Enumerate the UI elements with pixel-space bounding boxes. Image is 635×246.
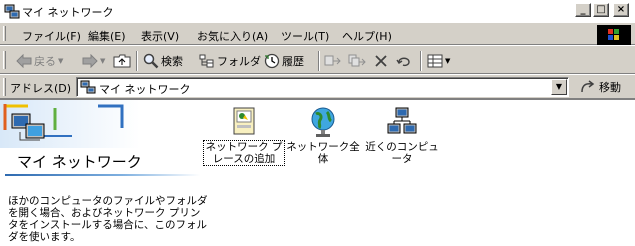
back-button[interactable]: 戻る ▼: [16, 52, 63, 70]
address-label: アドレス(D): [10, 82, 72, 95]
menu-edit[interactable]: 編集(E): [88, 28, 126, 44]
search-button-label: 検索: [161, 55, 183, 68]
toolbar-grip[interactable]: [3, 51, 6, 69]
forward-arrow-icon: [82, 54, 98, 68]
history-button[interactable]: 履歴: [264, 52, 304, 70]
window-title: マイ ネットワーク: [22, 6, 114, 19]
windows-logo-icon: [597, 25, 631, 45]
forward-button[interactable]: ▼: [82, 52, 105, 70]
menu-help[interactable]: ヘルプ(H): [342, 28, 392, 44]
toolbar-separator: [136, 51, 138, 71]
address-bar: アドレス(D) マイ ネットワーク ▼ 移動: [0, 74, 635, 99]
computers-near-me-label: 近くのコンピュータ: [365, 141, 439, 165]
go-button-label: 移動: [599, 81, 621, 94]
menu-view[interactable]: 表示(V): [141, 28, 179, 44]
delete-x-icon: [375, 55, 387, 67]
panel-title: マイ ネットワーク: [17, 153, 142, 171]
menu-grip[interactable]: [3, 26, 6, 41]
entire-network-item[interactable]: ネットワーク全体: [283, 106, 363, 165]
maximize-button[interactable]: □: [593, 3, 609, 17]
computers-near-me-icon: [387, 107, 417, 134]
network-folder-icon: [80, 80, 96, 94]
back-dropdown-icon: ▼: [58, 57, 64, 65]
entire-network-label: ネットワーク全体: [286, 141, 360, 165]
forward-dropdown-icon: ▼: [100, 57, 106, 65]
globe-icon: [311, 107, 335, 137]
address-value[interactable]: マイ ネットワーク: [99, 81, 191, 97]
standard-toolbar: 戻る ▼ ▼ 検索 フォルダ 履歴 ▼: [0, 45, 635, 74]
move-to-button[interactable]: [324, 52, 342, 70]
back-button-label: 戻る: [34, 55, 56, 68]
add-network-place-item[interactable]: ネットワーク プレースの追加: [203, 106, 285, 166]
undo-icon: [396, 57, 410, 67]
history-button-label: 履歴: [282, 55, 304, 68]
views-dropdown-icon: ▼: [445, 57, 451, 65]
menu-tools[interactable]: ツール(T): [281, 28, 329, 44]
folders-button-label: フォルダ: [217, 55, 261, 68]
folders-icon: [199, 54, 214, 68]
undo-button[interactable]: [396, 52, 412, 70]
menu-favorites[interactable]: お気に入り(A): [197, 28, 268, 44]
copy-to-icon: [348, 54, 366, 67]
address-dropdown-button[interactable]: ▼: [551, 79, 567, 95]
network-banner-icon: [0, 100, 140, 148]
computers-near-me-item[interactable]: 近くのコンピュータ: [362, 106, 442, 165]
panel-divider: [5, 174, 200, 176]
minimize-button[interactable]: _: [575, 3, 591, 17]
back-arrow-icon: [16, 54, 32, 68]
go-arrow-icon: [581, 80, 595, 93]
toolbar-separator: [318, 51, 320, 71]
title-bar: マイ ネットワーク _ □ ×: [0, 0, 635, 22]
history-icon: [264, 53, 280, 69]
add-network-place-label: ネットワーク プレースの追加: [203, 140, 285, 166]
move-to-icon: [324, 55, 341, 66]
address-grip[interactable]: [3, 78, 6, 96]
search-button[interactable]: 検索: [143, 52, 183, 70]
views-grid-icon: [427, 54, 443, 68]
close-button[interactable]: ×: [613, 3, 629, 17]
network-folder-icon: [4, 4, 20, 19]
menu-file[interactable]: ファイル(F): [22, 28, 81, 44]
copy-to-button[interactable]: [348, 52, 366, 70]
panel-description: ほかのコンピュータのファイルやフォルダを開く場合、およびネットワーク プリンタを…: [8, 195, 208, 243]
toolbar-separator: [420, 51, 422, 71]
content-area: マイ ネットワーク ほかのコンピュータのファイルやフォルダを開く場合、およびネッ…: [0, 99, 635, 246]
web-view-panel: マイ ネットワーク ほかのコンピュータのファイルやフォルダを開く場合、およびネッ…: [0, 100, 208, 246]
folders-button[interactable]: フォルダ: [199, 52, 261, 70]
menu-bar: ファイル(F) 編集(E) 表示(V) お気に入り(A) ツール(T) ヘルプ(…: [0, 22, 635, 45]
go-button[interactable]: 移動: [580, 79, 621, 95]
up-folder-icon: [113, 54, 131, 68]
search-icon: [143, 53, 159, 69]
chevron-down-icon: ▼: [555, 82, 563, 91]
address-combobox[interactable]: マイ ネットワーク ▼: [76, 77, 569, 97]
delete-button[interactable]: [373, 52, 389, 70]
add-network-place-icon: [233, 107, 255, 135]
up-folder-button[interactable]: [113, 52, 131, 70]
views-button[interactable]: ▼: [427, 52, 450, 70]
